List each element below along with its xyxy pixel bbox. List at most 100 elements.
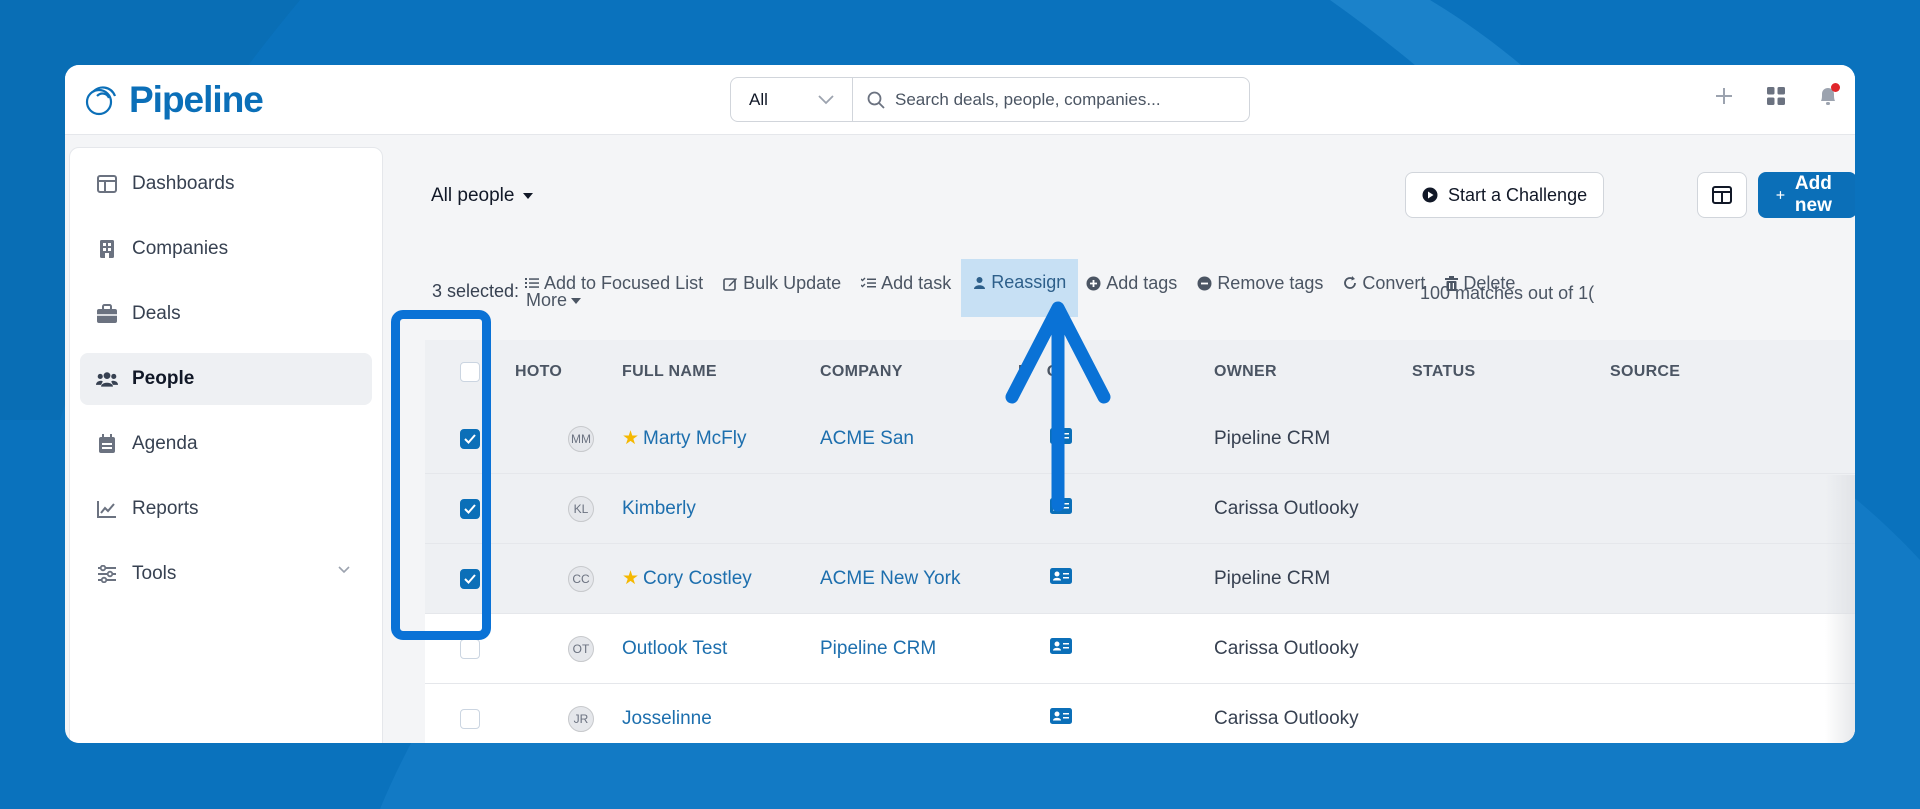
bell-icon[interactable] [1815, 83, 1841, 109]
add-task-button[interactable]: Add task [861, 263, 951, 303]
sidebar-item-deals[interactable]: Deals [80, 288, 372, 340]
task-list-icon [861, 277, 877, 288]
minus-circle-icon [1197, 276, 1212, 290]
plus-icon[interactable] [1711, 83, 1737, 109]
avatar[interactable]: KL [568, 495, 594, 522]
owner-name: Pipeline CRM [1214, 567, 1331, 589]
table-row[interactable]: MM ★ Marty McFly ACME San Pipeline CRM [425, 404, 1855, 474]
scroll-shadow [1825, 475, 1855, 743]
add-new-button[interactable]: Add new [1758, 172, 1855, 218]
search-icon [867, 91, 885, 109]
global-search: All Search deals, people, companies... [730, 77, 1250, 122]
person-name-link[interactable]: Kimberly [622, 498, 696, 519]
pipeline-logo-icon [85, 86, 117, 116]
contact-card-icon[interactable] [1050, 637, 1072, 654]
chart-line-icon [96, 498, 118, 520]
sliders-icon [96, 563, 118, 585]
person-name-link[interactable]: Marty McFly [643, 428, 746, 449]
sidebar-item-tools[interactable]: Tools [80, 548, 372, 600]
owner-name: Carissa Outlooky [1214, 707, 1359, 729]
annotation-highlight-box [391, 310, 491, 640]
avatar[interactable]: OT [568, 635, 594, 662]
more-actions-button[interactable]: More [526, 290, 582, 311]
convert-button[interactable]: Convert [1343, 263, 1425, 303]
company-link[interactable]: ACME San [820, 428, 914, 449]
column-header-source[interactable]: SOURCE [1610, 363, 1790, 381]
people-icon [96, 368, 118, 390]
chevron-down-icon [818, 94, 834, 104]
avatar[interactable]: JR [568, 705, 594, 732]
remove-tags-button[interactable]: Remove tags [1197, 263, 1323, 303]
sidebar-item-companies[interactable]: Companies [80, 223, 372, 275]
sidebar-item-label: Dashboards [132, 173, 235, 194]
sidebar-item-label: Tools [132, 563, 177, 584]
bulk-action-bar: 3 selected: Add to Focused List Bulk Upd… [425, 259, 1845, 323]
play-circle-icon [1422, 187, 1438, 203]
bulk-action-label: Convert [1362, 272, 1426, 293]
avatar[interactable]: MM [568, 425, 594, 452]
people-table: HOTO FULL NAME COMPANY IO OWNER STATUS S… [425, 340, 1855, 743]
column-header-company[interactable]: COMPANY [820, 363, 1018, 381]
match-count: 100 matches out of 1( [1420, 283, 1595, 303]
sidebar-item-dashboards[interactable]: Dashboards [80, 158, 372, 210]
view-selector[interactable]: All people [431, 185, 534, 207]
search-scope-select[interactable]: All [731, 78, 853, 121]
columns-icon [1712, 186, 1732, 204]
top-actions [1711, 83, 1855, 109]
app-window: Pipeline All Search deals, people, compa… [65, 65, 1855, 743]
person-name-link[interactable]: Josselinne [622, 708, 712, 729]
search-scope-value: All [749, 89, 768, 109]
bulk-update-button[interactable]: Bulk Update [723, 263, 841, 303]
caret-down-icon [571, 297, 582, 304]
table-row[interactable]: KL Kimberly Carissa Outlooky [425, 474, 1855, 544]
chevron-down-icon[interactable] [338, 566, 350, 574]
sidebar-item-label: Reports [132, 498, 199, 519]
contact-card-icon[interactable] [1050, 567, 1072, 584]
main-content: All people Start a Challenge Add new 3 s… [405, 135, 1855, 743]
plus-icon [1776, 191, 1785, 199]
star-icon[interactable]: ★ [622, 568, 639, 589]
sidebar-item-agenda[interactable]: Agenda [80, 418, 372, 470]
company-link[interactable]: ACME New York [820, 568, 960, 589]
brand-name: Pipeline [129, 79, 264, 120]
column-header-status[interactable]: STATUS [1412, 363, 1610, 381]
row-checkbox[interactable] [460, 638, 480, 659]
plus-circle-icon [1086, 276, 1101, 290]
person-name-link[interactable]: Outlook Test [622, 638, 727, 659]
building-icon [96, 238, 118, 260]
logo[interactable]: Pipeline [83, 79, 264, 121]
row-checkbox[interactable] [460, 708, 480, 729]
add-new-label: Add new [1794, 173, 1832, 216]
notification-dot [1831, 83, 1840, 92]
search-input[interactable]: Search deals, people, companies... [853, 90, 1249, 110]
owner-name: Carissa Outlooky [1214, 497, 1359, 519]
briefcase-icon [96, 303, 118, 325]
start-challenge-button[interactable]: Start a Challenge [1405, 172, 1605, 218]
bulk-action-label: Add task [881, 272, 952, 293]
contact-card-icon[interactable] [1050, 707, 1072, 724]
sidebar-item-people[interactable]: People [80, 353, 372, 405]
column-header-full-name[interactable]: FULL NAME [622, 363, 820, 381]
column-header-photo[interactable]: HOTO [515, 363, 622, 381]
sidebar-item-label: Companies [132, 238, 229, 259]
list-icon [525, 278, 539, 288]
star-icon[interactable]: ★ [622, 428, 639, 449]
apps-grid-icon[interactable] [1763, 83, 1789, 109]
sidebar-item-label: Agenda [132, 433, 198, 454]
table-row[interactable]: OT Outlook Test Pipeline CRM Carissa Out… [425, 614, 1855, 684]
table-row[interactable]: CC ★ Cory Costley ACME New York Pipeline … [425, 544, 1855, 614]
avatar[interactable]: CC [568, 565, 594, 592]
refresh-icon [1344, 276, 1357, 289]
calendar-icon [96, 433, 118, 455]
column-layout-button[interactable] [1697, 172, 1747, 218]
column-header-owner[interactable]: OWNER [1214, 363, 1412, 381]
table-row[interactable]: JR Josselinne Carissa Outlooky [425, 684, 1855, 743]
start-challenge-label: Start a Challenge [1448, 184, 1588, 205]
person-name-link[interactable]: Cory Costley [643, 568, 752, 589]
sidebar-item-label: People [132, 368, 195, 389]
company-link[interactable]: Pipeline CRM [820, 638, 936, 659]
caret-down-icon [523, 193, 534, 199]
bulk-action-label: Remove tags [1217, 272, 1324, 293]
user-icon [974, 277, 986, 289]
sidebar-item-reports[interactable]: Reports [80, 483, 372, 535]
